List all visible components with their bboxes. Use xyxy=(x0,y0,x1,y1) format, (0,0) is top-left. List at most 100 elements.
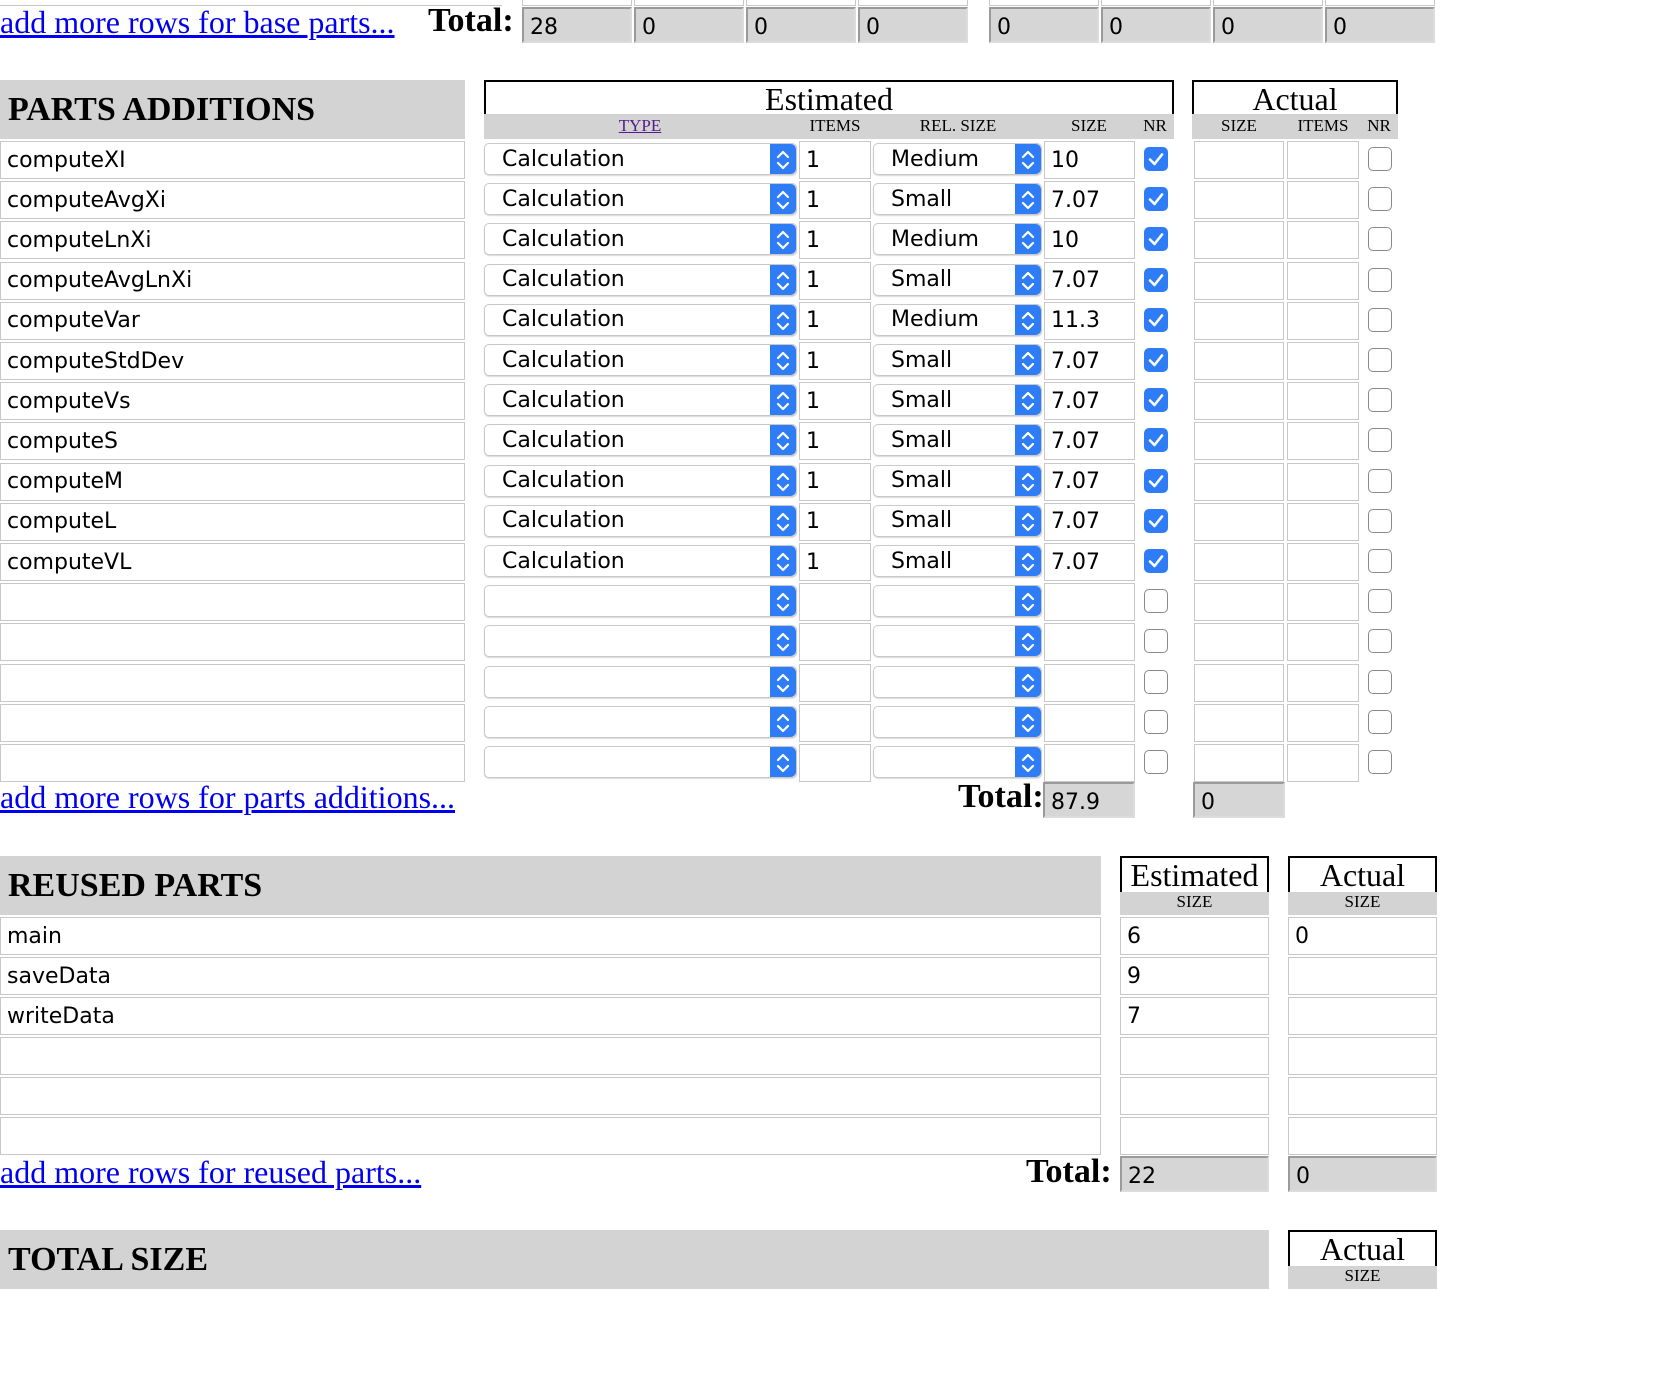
actual-nr-checkbox[interactable] xyxy=(1368,549,1392,573)
reused-name-input[interactable]: writeData xyxy=(0,997,1101,1035)
size-input[interactable]: 7.07 xyxy=(1044,462,1135,501)
actual-items-input[interactable] xyxy=(1287,744,1359,782)
actual-size-input[interactable] xyxy=(1194,261,1284,300)
actual-size-input[interactable] xyxy=(1194,462,1284,501)
part-name-input[interactable]: computeAvgXi xyxy=(0,181,465,220)
type-select[interactable] xyxy=(484,665,797,698)
part-name-input[interactable] xyxy=(0,663,465,702)
size-input[interactable] xyxy=(1044,663,1135,702)
reused-actual-size-input[interactable] xyxy=(1288,957,1437,995)
nr-checkbox[interactable] xyxy=(1144,508,1168,533)
actual-nr-checkbox[interactable] xyxy=(1368,589,1392,614)
actual-size-input[interactable] xyxy=(1194,141,1284,179)
rel-size-select[interactable]: Small xyxy=(873,545,1042,577)
reused-name-input[interactable] xyxy=(0,1117,1101,1155)
size-input[interactable]: 7.07 xyxy=(1044,342,1135,380)
part-name-input[interactable]: computeStdDev xyxy=(0,342,465,380)
add-parts-additions-link[interactable]: add more rows for parts additions... xyxy=(0,779,455,816)
actual-nr-checkbox[interactable] xyxy=(1368,348,1392,372)
actual-nr-checkbox[interactable] xyxy=(1368,388,1392,413)
actual-nr-checkbox[interactable] xyxy=(1368,147,1392,171)
reused-estimated-size-input[interactable]: 6 xyxy=(1120,917,1269,955)
rel-size-select[interactable]: Small xyxy=(873,384,1042,417)
actual-nr-checkbox[interactable] xyxy=(1368,508,1392,533)
rel-size-select[interactable]: Small xyxy=(873,344,1042,376)
size-input[interactable]: 11.3 xyxy=(1044,301,1135,340)
items-input[interactable]: 1 xyxy=(799,301,871,340)
reused-name-input[interactable] xyxy=(0,1037,1101,1075)
part-name-input[interactable]: computeAvgLnXi xyxy=(0,261,465,300)
nr-checkbox[interactable] xyxy=(1144,428,1168,453)
part-name-input[interactable] xyxy=(0,703,465,742)
reused-actual-size-input[interactable]: 0 xyxy=(1288,917,1437,955)
nr-checkbox[interactable] xyxy=(1144,147,1168,171)
actual-items-input[interactable] xyxy=(1287,342,1359,380)
items-input[interactable]: 1 xyxy=(799,543,871,581)
nr-checkbox[interactable] xyxy=(1144,348,1168,372)
size-input[interactable]: 7.07 xyxy=(1044,543,1135,581)
type-select[interactable]: Calculation xyxy=(484,344,797,376)
size-input[interactable]: 7.07 xyxy=(1044,382,1135,421)
actual-items-input[interactable] xyxy=(1287,663,1359,702)
part-name-input[interactable]: computeVL xyxy=(0,543,465,581)
nr-checkbox[interactable] xyxy=(1144,468,1168,493)
items-input[interactable]: 1 xyxy=(799,342,871,380)
type-select[interactable]: Calculation xyxy=(484,504,797,537)
reused-estimated-size-input[interactable] xyxy=(1120,1077,1269,1115)
actual-nr-checkbox[interactable] xyxy=(1368,267,1392,292)
actual-size-input[interactable] xyxy=(1194,422,1284,461)
items-input[interactable] xyxy=(799,583,871,622)
actual-items-input[interactable] xyxy=(1287,623,1359,662)
rel-size-select[interactable] xyxy=(873,585,1042,618)
part-name-input[interactable] xyxy=(0,583,465,622)
size-input[interactable]: 7.07 xyxy=(1044,181,1135,220)
size-input[interactable] xyxy=(1044,703,1135,742)
reused-estimated-size-input[interactable] xyxy=(1120,1117,1269,1155)
size-input[interactable]: 10 xyxy=(1044,221,1135,260)
actual-nr-checkbox[interactable] xyxy=(1368,428,1392,453)
actual-nr-checkbox[interactable] xyxy=(1368,669,1392,694)
part-name-input[interactable]: computeVs xyxy=(0,382,465,421)
actual-nr-checkbox[interactable] xyxy=(1368,468,1392,493)
reused-estimated-size-input[interactable] xyxy=(1120,1037,1269,1075)
actual-items-input[interactable] xyxy=(1287,502,1359,541)
nr-checkbox[interactable] xyxy=(1144,307,1168,332)
rel-size-select[interactable]: Small xyxy=(873,263,1042,296)
reused-actual-size-input[interactable] xyxy=(1288,1077,1437,1115)
part-name-input[interactable] xyxy=(0,623,465,662)
part-name-input[interactable]: computeS xyxy=(0,422,465,461)
actual-nr-checkbox[interactable] xyxy=(1368,187,1392,212)
reused-actual-size-input[interactable] xyxy=(1288,1117,1437,1155)
rel-size-select[interactable]: Medium xyxy=(873,223,1042,256)
actual-size-input[interactable] xyxy=(1194,382,1284,421)
items-input[interactable]: 1 xyxy=(799,221,871,260)
actual-nr-checkbox[interactable] xyxy=(1368,307,1392,332)
rel-size-select[interactable] xyxy=(873,665,1042,698)
type-select[interactable] xyxy=(484,705,797,738)
items-input[interactable] xyxy=(799,623,871,662)
rel-size-select[interactable]: Small xyxy=(873,424,1042,457)
nr-checkbox[interactable] xyxy=(1144,750,1168,774)
part-name-input[interactable]: computeVar xyxy=(0,301,465,340)
size-input[interactable]: 7.07 xyxy=(1044,502,1135,541)
actual-items-input[interactable] xyxy=(1287,583,1359,622)
items-input[interactable] xyxy=(799,744,871,782)
size-input[interactable] xyxy=(1044,623,1135,662)
actual-size-input[interactable] xyxy=(1194,703,1284,742)
actual-size-input[interactable] xyxy=(1194,502,1284,541)
actual-nr-checkbox[interactable] xyxy=(1368,709,1392,734)
items-input[interactable] xyxy=(799,703,871,742)
nr-checkbox[interactable] xyxy=(1144,388,1168,413)
size-input[interactable]: 10 xyxy=(1044,141,1135,179)
type-select[interactable]: Calculation xyxy=(484,143,797,175)
items-input[interactable]: 1 xyxy=(799,181,871,220)
items-input[interactable]: 1 xyxy=(799,261,871,300)
actual-size-input[interactable] xyxy=(1194,301,1284,340)
items-input[interactable]: 1 xyxy=(799,502,871,541)
type-select[interactable]: Calculation xyxy=(484,183,797,216)
part-name-input[interactable]: computeL xyxy=(0,502,465,541)
type-select[interactable] xyxy=(484,625,797,658)
actual-items-input[interactable] xyxy=(1287,543,1359,581)
actual-items-input[interactable] xyxy=(1287,382,1359,421)
items-input[interactable] xyxy=(799,663,871,702)
